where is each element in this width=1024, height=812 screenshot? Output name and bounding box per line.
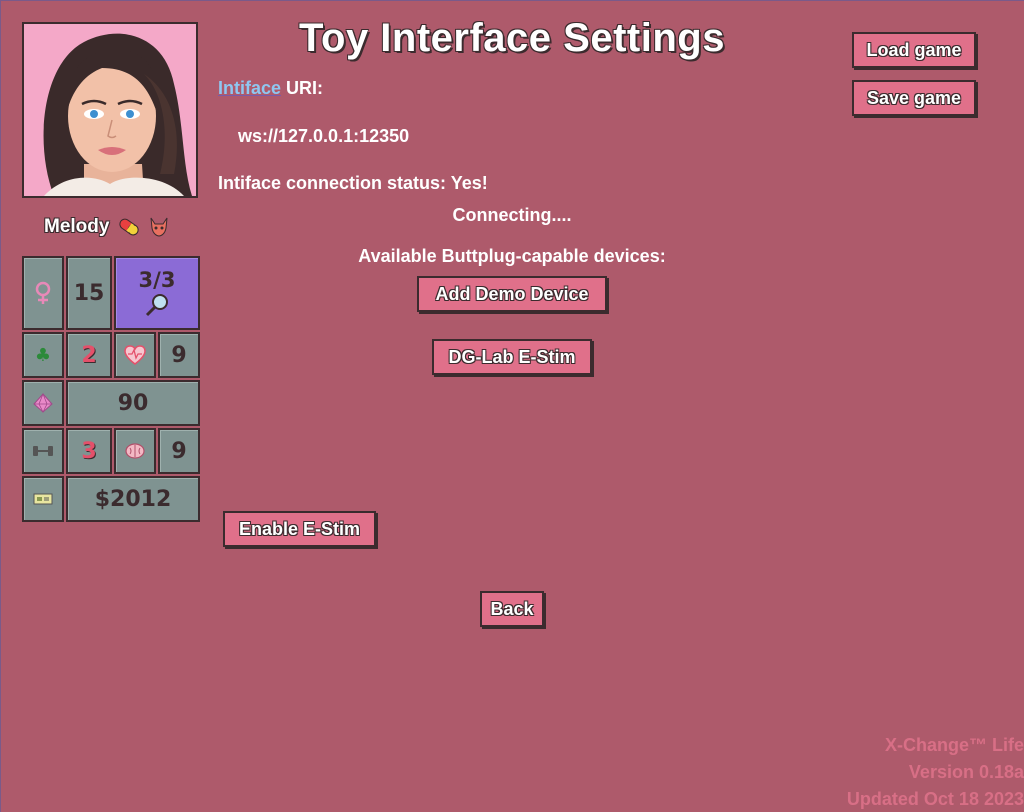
brain-icon	[125, 443, 145, 459]
connecting-text: Connecting....	[452, 205, 572, 225]
intiface-link[interactable]: Intiface	[218, 78, 281, 98]
strength-stat: 3	[66, 428, 112, 474]
gems-stat: 90	[66, 380, 200, 426]
strength-value: 3	[81, 438, 97, 464]
dumbbell-icon	[33, 446, 53, 456]
back-button[interactable]: Back	[480, 591, 544, 627]
uri-value[interactable]: ws://127.0.0.1:12350	[238, 126, 409, 147]
cash-icon	[33, 493, 53, 505]
devices-heading: Available Buttplug-capable devices:	[358, 246, 666, 266]
character-portrait[interactable]	[22, 22, 198, 198]
gem-icon	[33, 393, 53, 413]
gem-icon-cell[interactable]	[22, 380, 64, 426]
device-dg-lab-estim-button[interactable]: DG-Lab E-Stim	[432, 339, 592, 375]
arousal-icon-cell[interactable]	[114, 332, 156, 378]
load-game-button[interactable]: Load game	[852, 32, 976, 68]
money-stat: $2012	[66, 476, 200, 522]
uri-label: URI:	[281, 78, 324, 98]
age-stat: 15	[66, 256, 112, 330]
add-demo-device-button[interactable]: Add Demo Device	[417, 276, 607, 312]
money-value: $2012	[94, 486, 172, 512]
luck-stat: 2	[66, 332, 112, 378]
money-icon-cell[interactable]	[22, 476, 64, 522]
female-symbol-icon	[35, 281, 51, 304]
save-game-button[interactable]: Save game	[852, 80, 976, 116]
intellect-icon-cell[interactable]	[114, 428, 156, 474]
luck-icon-cell[interactable]: ♣	[22, 332, 64, 378]
footer-version: Version 0.18a	[908, 762, 1024, 782]
magnifier-icon	[145, 294, 168, 317]
portrait-image	[24, 24, 196, 196]
gems-value: 90	[117, 390, 149, 416]
gender-stat[interactable]	[22, 256, 64, 330]
enable-estim-button[interactable]: Enable E-Stim	[223, 511, 376, 547]
connection-status: Intiface connection status: Yes!	[218, 173, 488, 193]
age-value: 15	[73, 280, 105, 306]
arousal-stat: 9	[158, 332, 200, 378]
clues-value: 3/3	[138, 268, 176, 292]
luck-value: 2	[81, 342, 97, 368]
footer-game-name: X-Change™ Life	[884, 735, 1024, 755]
clover-icon: ♣	[34, 344, 52, 366]
intellect-stat: 9	[158, 428, 200, 474]
page-title: Toy Interface Settings	[299, 16, 725, 60]
strength-icon-cell[interactable]	[22, 428, 64, 474]
arousal-value: 9	[171, 342, 187, 368]
intellect-value: 9	[171, 438, 187, 464]
heart-pulse-icon	[124, 345, 146, 365]
uri-label-row: Intiface URI:	[218, 78, 323, 99]
clues-stat[interactable]: 3/3	[114, 256, 200, 330]
footer-updated: Updated Oct 18 2023	[846, 789, 1024, 809]
